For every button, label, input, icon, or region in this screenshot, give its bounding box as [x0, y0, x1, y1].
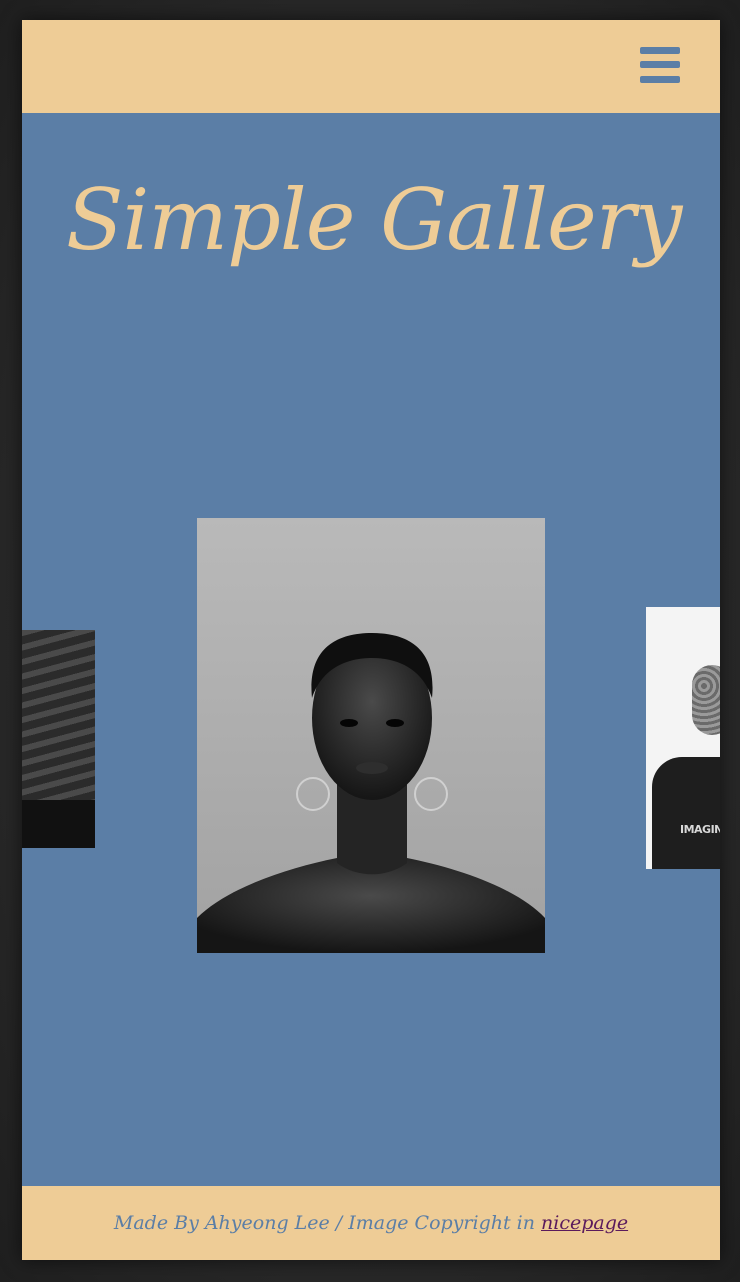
gallery-image-center[interactable] — [197, 518, 545, 953]
menu-button[interactable] — [640, 46, 680, 84]
page: Simple Gallery IMAGIN Made By Ahyeong Le… — [22, 20, 720, 1260]
page-title: Simple Gallery — [66, 171, 682, 269]
image-gallery: IMAGIN — [22, 420, 720, 1020]
nicepage-link[interactable]: nicepage — [541, 1212, 628, 1234]
site-footer: Made By Ahyeong Lee / Image Copyright in… — [22, 1186, 720, 1260]
gallery-image-left[interactable] — [22, 630, 95, 848]
gallery-image-right[interactable]: IMAGIN — [646, 607, 720, 869]
portrait-photo-image — [197, 518, 545, 953]
footer-credit-text: Made By Ahyeong Lee / Image Copyright in — [113, 1212, 541, 1234]
footer-credit: Made By Ahyeong Lee / Image Copyright in… — [22, 1212, 720, 1234]
site-header — [22, 20, 720, 113]
